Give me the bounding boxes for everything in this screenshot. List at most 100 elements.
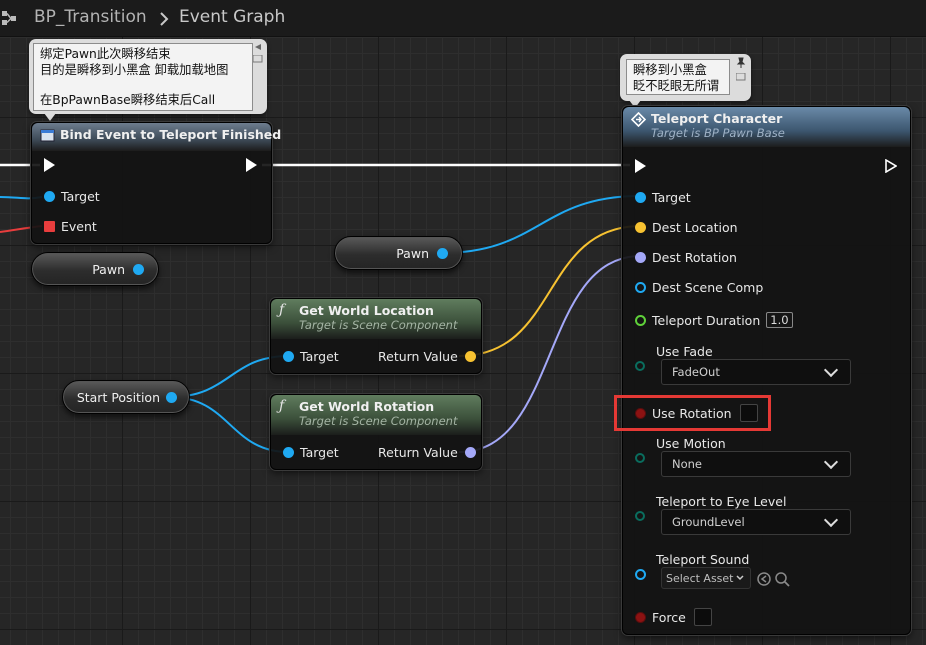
- use-selected-icon[interactable]: [756, 571, 772, 587]
- bind-event-pin[interactable]: Event: [44, 219, 97, 234]
- dropdown-value: None: [672, 457, 703, 471]
- object-pin-icon[interactable]: [133, 263, 144, 275]
- bind-event-header[interactable]: Bind Event to Teleport Finished: [32, 123, 282, 151]
- get-rotation-header[interactable]: ƒ Get World Rotation Target is Scene Com…: [271, 395, 481, 435]
- get-location-return-pin[interactable]: Return Value: [378, 349, 476, 364]
- rotator-pin-icon: [635, 252, 646, 263]
- use-fade-pin[interactable]: [635, 361, 651, 371]
- use-motion-label: Use Motion: [656, 436, 726, 451]
- dest-rotation-pin[interactable]: Dest Rotation: [635, 250, 737, 265]
- use-motion-dropdown[interactable]: None: [661, 451, 851, 477]
- bind-event-title: Bind Event to Teleport Finished: [60, 127, 282, 142]
- exec-in-icon: [635, 159, 646, 173]
- event-dispatcher-icon: [40, 129, 55, 142]
- sound-asset-picker[interactable]: Select Asset: [661, 567, 751, 589]
- start-position-variable-node[interactable]: Start Position: [62, 380, 190, 414]
- comment-line: [40, 78, 246, 92]
- bubble-icon: [253, 55, 263, 63]
- pin-icon[interactable]: [253, 42, 263, 52]
- eye-level-pin[interactable]: [635, 511, 651, 521]
- use-fade-dropdown[interactable]: FadeOut: [661, 359, 851, 385]
- get-world-location-node[interactable]: ƒ Get World Location Target is Scene Com…: [270, 298, 482, 374]
- pin-label: Target: [652, 190, 691, 205]
- pin-label: Event: [61, 219, 97, 234]
- node-title: Teleport Character: [651, 111, 783, 126]
- function-icon: ƒ: [279, 398, 285, 414]
- chevron-down-icon: [823, 512, 839, 528]
- pawn-variable-node[interactable]: Pawn: [31, 252, 159, 286]
- breadcrumb-blueprint[interactable]: BP_Transition: [34, 7, 147, 27]
- comment-text-bind: 绑定Pawn此次瞬移结束 目的是瞬移到小黑盒 卸载加载地图 在BpPawnBas…: [33, 43, 253, 111]
- asset-value: Select Asset: [666, 571, 734, 585]
- bool-pin-icon: [635, 611, 646, 623]
- browse-search-icon[interactable]: [774, 571, 790, 587]
- get-world-rotation-node[interactable]: ƒ Get World Rotation Target is Scene Com…: [270, 394, 482, 470]
- exec-in-icon: [44, 158, 55, 172]
- object-pin-icon: [635, 569, 646, 580]
- enum-pin-icon: [635, 511, 645, 521]
- node-title: Get World Location: [299, 303, 434, 318]
- pin-label: Use Fade: [656, 344, 713, 359]
- exec-out-pin[interactable]: [246, 158, 257, 172]
- function-icon: ƒ: [279, 302, 285, 318]
- get-rotation-target-pin[interactable]: Target: [283, 445, 339, 460]
- node-subtitle: Target is Scene Component: [299, 414, 458, 428]
- exec-out-pin[interactable]: [885, 159, 897, 173]
- bind-target-pin[interactable]: Target: [44, 189, 100, 204]
- pin-label: Target: [61, 189, 100, 204]
- vector-pin-icon: [635, 222, 646, 233]
- exec-in-pin[interactable]: [44, 158, 55, 172]
- comment-line: 瞬移到小黑盒: [633, 63, 707, 77]
- comment-line: 在BpPawnBase瞬移结束后Call: [40, 93, 216, 107]
- graph-icon: [2, 11, 16, 25]
- get-location-header[interactable]: ƒ Get World Location Target is Scene Com…: [271, 299, 481, 339]
- comment-line: 目的是瞬移到小黑盒 卸载加载地图: [40, 63, 229, 77]
- rotator-pin-icon: [464, 447, 476, 458]
- vector-pin-icon: [464, 351, 476, 362]
- teleport-character-node[interactable]: Teleport Character Target is BP Pawn Bas…: [622, 106, 911, 635]
- pin-label: Use Motion: [656, 436, 726, 451]
- force-pin[interactable]: Force: [635, 608, 712, 626]
- chevron-down-icon: [736, 575, 744, 581]
- sound-label: Teleport Sound: [656, 552, 749, 567]
- teleport-target-pin[interactable]: Target: [635, 190, 691, 205]
- teleport-header[interactable]: Teleport Character Target is BP Pawn Bas…: [623, 107, 910, 147]
- sound-pin[interactable]: [635, 569, 652, 580]
- dest-scene-comp-pin[interactable]: Dest Scene Comp: [635, 280, 763, 295]
- pawn-variable-node[interactable]: Pawn: [334, 236, 463, 270]
- pin-label: Target: [300, 349, 339, 364]
- get-rotation-return-pin[interactable]: Return Value: [378, 445, 476, 460]
- function-call-icon: [631, 112, 646, 127]
- comment-line: 眨不眨眼无所谓: [633, 79, 720, 93]
- pin-label: Dest Location: [652, 220, 738, 235]
- breadcrumb-graph[interactable]: Event Graph: [179, 7, 285, 27]
- bind-event-node[interactable]: Bind Event to Teleport Finished Target E…: [31, 122, 282, 244]
- pin-label: Dest Scene Comp: [652, 280, 764, 295]
- comment-bubble-teleport[interactable]: 瞬移到小黑盒 眨不眨眼无所谓: [620, 54, 751, 101]
- teleport-duration-pin[interactable]: Teleport Duration 1.0: [635, 312, 793, 328]
- pin-label: Teleport to Eye Level: [656, 494, 787, 509]
- pushpin-icon[interactable]: [736, 57, 746, 69]
- exec-out-icon: [885, 159, 897, 173]
- comment-bubble-bind[interactable]: 绑定Pawn此次瞬移结束 目的是瞬移到小黑盒 卸载加载地图 在BpPawnBas…: [29, 39, 267, 114]
- dest-location-pin[interactable]: Dest Location: [635, 220, 738, 235]
- exec-in-pin[interactable]: [635, 159, 646, 173]
- eye-level-dropdown[interactable]: GroundLevel: [661, 509, 851, 535]
- comment-tail: [44, 113, 56, 121]
- pawn-wire-target: [440, 195, 642, 254]
- pin-label: Return Value: [378, 445, 458, 460]
- duration-input[interactable]: 1.0: [766, 312, 793, 328]
- object-pin-icon[interactable]: [437, 247, 448, 259]
- use-motion-pin[interactable]: [635, 453, 651, 463]
- chevron-down-icon: [823, 362, 839, 378]
- eye-level-label: Teleport to Eye Level: [656, 494, 786, 509]
- exec-out-icon: [246, 158, 257, 172]
- object-pin-icon[interactable]: [166, 391, 177, 403]
- node-subtitle: Target is Scene Component: [299, 318, 458, 332]
- use-fade-label: Use Fade: [656, 344, 713, 359]
- chevron-down-icon: [823, 454, 839, 470]
- force-checkbox[interactable]: [693, 608, 712, 626]
- object-pin-icon: [44, 191, 55, 202]
- get-location-target-pin[interactable]: Target: [283, 349, 339, 364]
- dropdown-value: GroundLevel: [672, 515, 745, 529]
